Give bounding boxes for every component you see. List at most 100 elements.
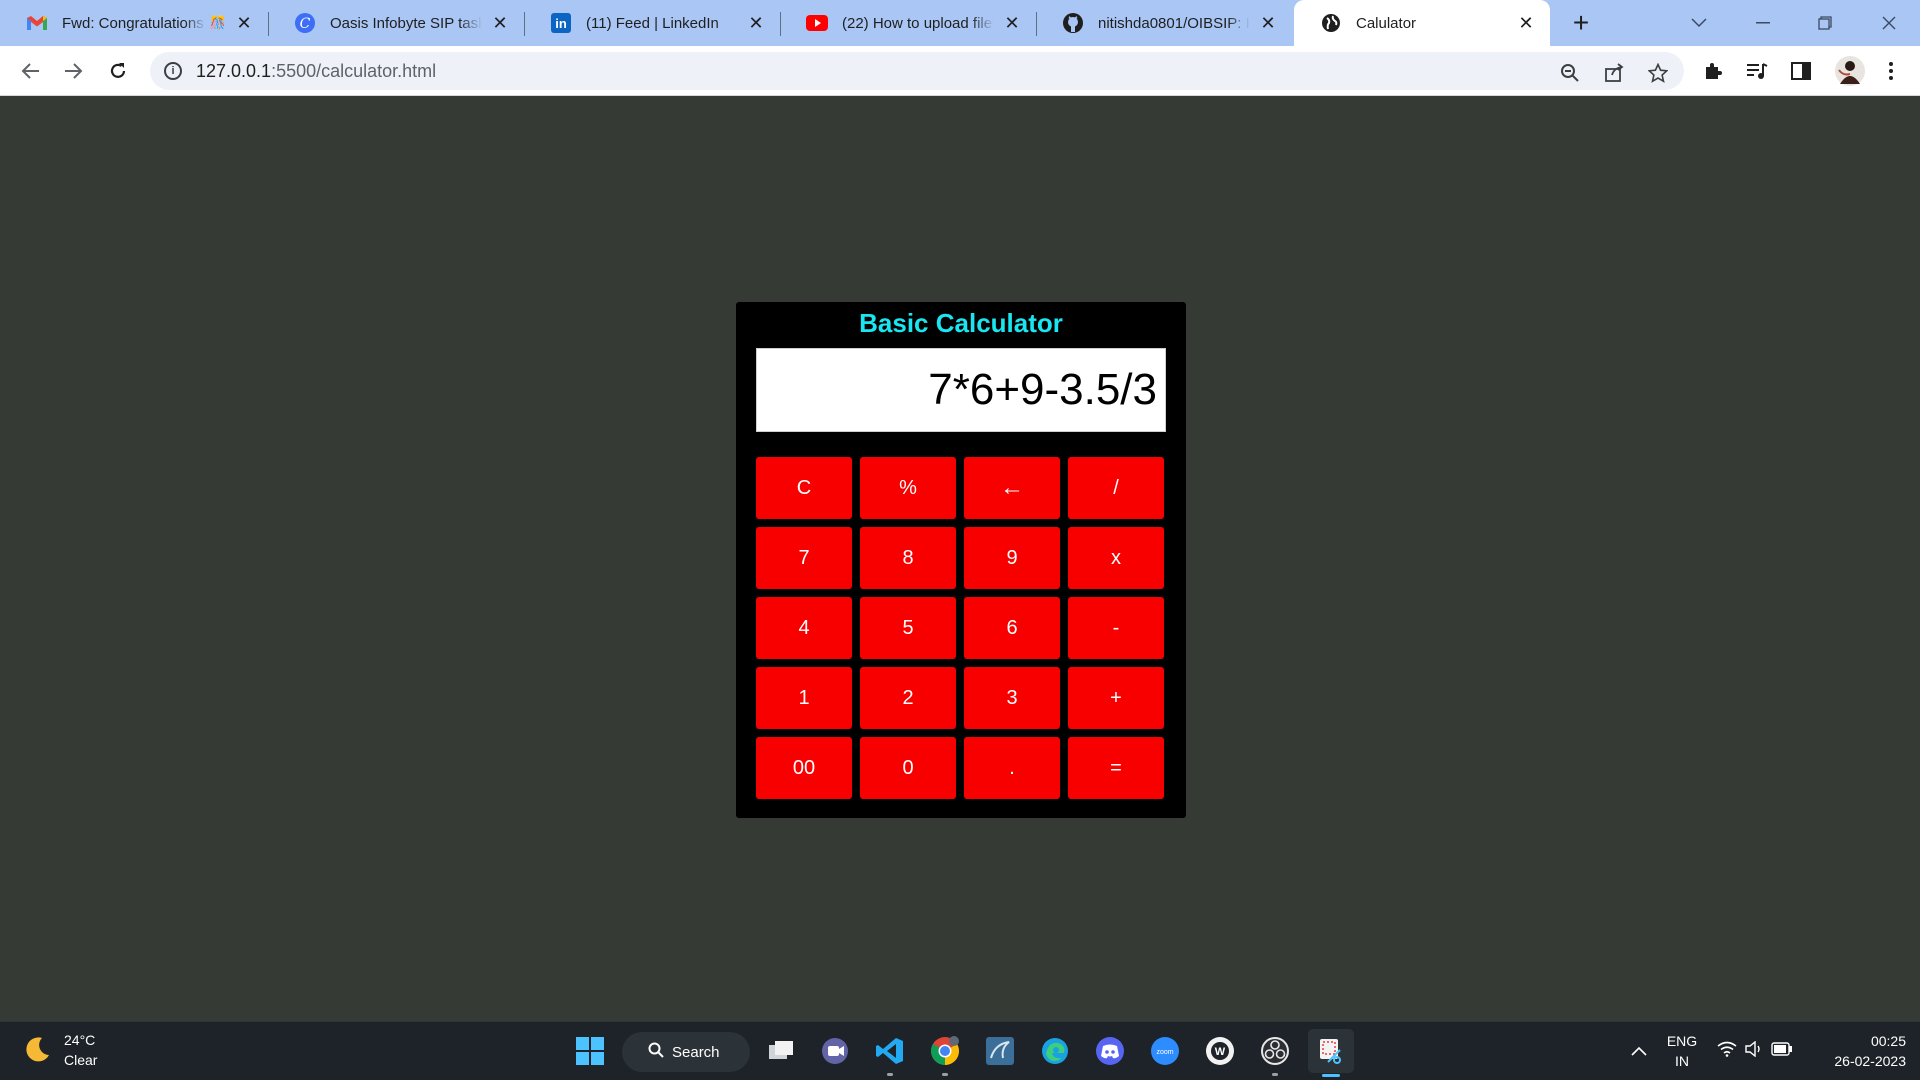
restore-button[interactable] — [1796, 0, 1854, 46]
tab-title: nitishda0801/OIBSIP: In t — [1098, 14, 1250, 32]
canva-icon: C — [294, 12, 316, 34]
tab-title: Calulator — [1356, 14, 1417, 32]
snipping-tool-icon[interactable] — [1308, 1029, 1354, 1077]
key-1[interactable]: 1 — [756, 667, 852, 729]
system-tray-status[interactable] — [1710, 1032, 1800, 1070]
close-tab-icon[interactable]: ✕ — [1002, 13, 1022, 33]
tab-youtube[interactable]: (22) How to upload files/ ✕ — [780, 0, 1037, 46]
key-multiply[interactable]: x — [1068, 527, 1164, 589]
extensions-icon[interactable] — [1700, 58, 1726, 84]
edge-icon[interactable] — [1036, 1032, 1074, 1070]
key-7[interactable]: 7 — [756, 527, 852, 589]
tab-oasis[interactable]: C Oasis Infobyte SIP task lis ✕ — [268, 0, 525, 46]
forward-button[interactable] — [58, 55, 90, 87]
running-indicator — [887, 1073, 893, 1076]
obs-icon[interactable] — [1256, 1032, 1294, 1076]
key-subtract[interactable]: - — [1068, 597, 1164, 659]
chrome-icon[interactable] — [926, 1032, 964, 1076]
whatsapp-icon[interactable]: W — [1201, 1032, 1239, 1070]
key-5[interactable]: 5 — [860, 597, 956, 659]
teams-chat-icon[interactable] — [816, 1032, 854, 1070]
svg-text:W: W — [1215, 1046, 1226, 1058]
close-tab-icon[interactable]: ✕ — [1516, 13, 1536, 33]
minimize-button[interactable] — [1734, 0, 1792, 46]
svg-text:C: C — [300, 16, 311, 32]
key-equals[interactable]: = — [1068, 737, 1164, 799]
close-tab-icon[interactable]: ✕ — [234, 13, 254, 33]
key-9[interactable]: 9 — [964, 527, 1060, 589]
weather-temperature: 24°C — [64, 1032, 96, 1048]
close-window-button[interactable] — [1860, 0, 1918, 46]
key-percent[interactable]: % — [860, 457, 956, 519]
calculator-title: Basic Calculator — [859, 308, 1063, 338]
key-2[interactable]: 2 — [860, 667, 956, 729]
reload-button[interactable] — [102, 55, 134, 87]
windows-start-icon[interactable] — [571, 1032, 609, 1070]
vscode-icon[interactable] — [871, 1032, 909, 1076]
language-region: IN — [1675, 1053, 1689, 1069]
key-8[interactable]: 8 — [860, 527, 956, 589]
search-label: Search — [672, 1043, 720, 1061]
key-6[interactable]: 6 — [964, 597, 1060, 659]
key-backspace[interactable]: ← — [964, 457, 1060, 519]
calculator-keypad: C % ← / 7 8 9 x 4 5 6 - 1 2 3 + 00 0 . = — [756, 457, 1166, 799]
url-text: 127.0.0.1:5500/calculator.html — [196, 61, 436, 82]
share-icon[interactable] — [1602, 61, 1626, 85]
calculator-display[interactable]: 7*6+9-3.5/3 — [756, 348, 1166, 432]
bookmark-star-icon[interactable] — [1646, 61, 1670, 85]
linkedin-icon: in — [550, 12, 572, 34]
key-add[interactable]: + — [1068, 667, 1164, 729]
key-3[interactable]: 3 — [964, 667, 1060, 729]
tab-github[interactable]: nitishda0801/OIBSIP: In t ✕ — [1036, 0, 1292, 46]
key-divide[interactable]: / — [1068, 457, 1164, 519]
key-4[interactable]: 4 — [756, 597, 852, 659]
svg-text:zoom: zoom — [1156, 1049, 1173, 1056]
new-tab-button[interactable]: + — [1566, 7, 1596, 38]
task-view-icon[interactable] — [762, 1032, 800, 1070]
tab-strip: Fwd: Congratulations 🎊 ✕ C Oasis Infobyt… — [0, 0, 1920, 46]
back-button[interactable] — [14, 55, 46, 87]
key-clear[interactable]: C — [756, 457, 852, 519]
profile-avatar[interactable] — [1834, 55, 1866, 87]
zoom-icon[interactable]: zoom — [1146, 1032, 1184, 1070]
weather-condition: Clear — [64, 1052, 98, 1068]
key-double-zero[interactable]: 00 — [756, 737, 852, 799]
close-tab-icon[interactable]: ✕ — [746, 13, 766, 33]
discord-icon[interactable] — [1091, 1032, 1129, 1070]
search-icon — [648, 1042, 664, 1062]
close-tab-icon[interactable]: ✕ — [490, 13, 510, 33]
mysql-workbench-icon[interactable] — [981, 1032, 1019, 1070]
clock-time: 00:25 — [1870, 1033, 1906, 1049]
media-control-icon[interactable] — [1744, 58, 1770, 84]
moon-icon — [20, 1033, 54, 1067]
browser-toolbar: i 127.0.0.1:5500/calculator.html — [0, 46, 1920, 96]
tab-linkedin[interactable]: in (11) Feed | LinkedIn ✕ — [524, 0, 781, 46]
gmail-icon — [26, 12, 48, 34]
side-panel-icon[interactable] — [1788, 58, 1814, 84]
calculator-panel: Basic Calculator 7*6+9-3.5/3 C % ← / 7 8… — [736, 302, 1186, 818]
tab-calculator[interactable]: Calulator ✕ — [1294, 0, 1550, 46]
clock[interactable]: 00:25 26-02-2023 — [1806, 1031, 1906, 1071]
key-0[interactable]: 0 — [860, 737, 956, 799]
github-icon — [1062, 12, 1084, 34]
language-code: ENG — [1666, 1033, 1698, 1049]
active-indicator — [1322, 1074, 1340, 1077]
wifi-icon — [1717, 1041, 1737, 1062]
tab-gmail[interactable]: Fwd: Congratulations 🎊 ✕ — [0, 0, 269, 46]
tab-title: Oasis Infobyte SIP task lis — [330, 14, 482, 32]
running-indicator — [1272, 1073, 1278, 1076]
weather-widget[interactable]: 24°C Clear — [20, 1030, 97, 1070]
menu-kebab-icon[interactable] — [1878, 58, 1904, 84]
url-host: 127.0.0.1 — [196, 61, 272, 81]
tab-title: Fwd: Congratulations — [62, 14, 204, 32]
zoom-icon[interactable] — [1558, 61, 1582, 85]
chevron-up-icon[interactable] — [1620, 1032, 1658, 1070]
clock-date: 26-02-2023 — [1834, 1053, 1906, 1069]
taskbar-search[interactable]: Search — [622, 1032, 750, 1072]
language-indicator[interactable]: ENG IN — [1662, 1031, 1702, 1071]
address-bar[interactable]: i 127.0.0.1:5500/calculator.html — [150, 52, 1684, 90]
key-decimal[interactable]: . — [964, 737, 1060, 799]
tab-search-icon[interactable] — [1670, 0, 1728, 46]
close-tab-icon[interactable]: ✕ — [1258, 13, 1278, 33]
site-info-icon[interactable]: i — [164, 62, 182, 80]
